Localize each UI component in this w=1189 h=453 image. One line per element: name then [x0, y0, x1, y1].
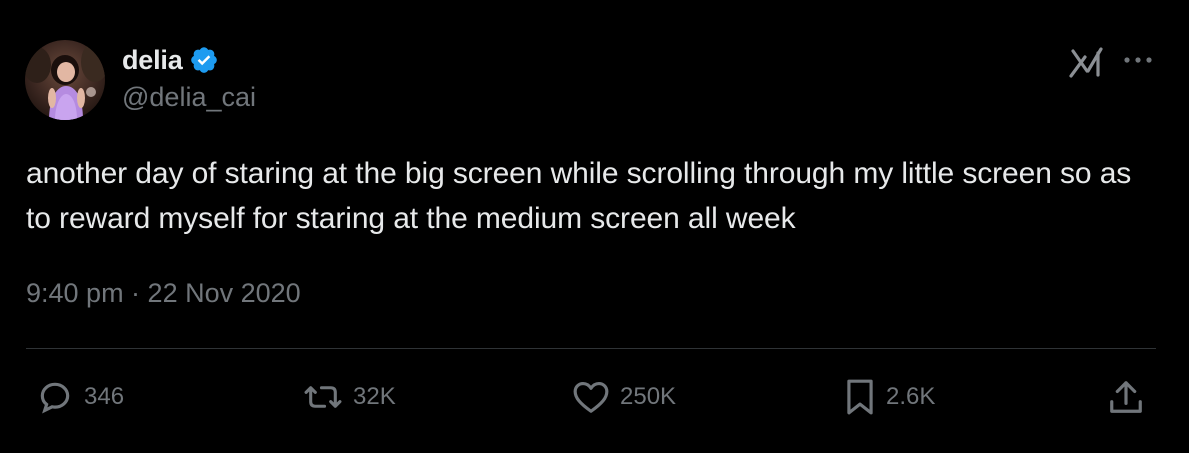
bookmark-button[interactable]: 2.6K	[844, 377, 935, 417]
user-handle[interactable]: @delia_cai	[122, 82, 256, 113]
tweet-text: another day of staring at the big screen…	[26, 157, 1132, 235]
share-icon	[1108, 378, 1144, 416]
verified-badge-icon	[189, 45, 219, 75]
reply-button[interactable]: 346	[36, 377, 124, 417]
repost-count: 32K	[353, 383, 396, 410]
avatar[interactable]	[25, 40, 105, 120]
heart-icon	[572, 379, 610, 415]
tweet-timestamp[interactable]: 9:40 pm · 22 Nov 2020	[26, 278, 301, 309]
like-count: 250K	[620, 383, 677, 410]
repost-icon	[303, 378, 343, 416]
display-name[interactable]: delia	[122, 45, 183, 76]
author-name-row[interactable]: delia	[122, 42, 219, 78]
reply-bubble-icon	[36, 378, 74, 416]
reply-count: 346	[84, 383, 125, 410]
x-logo-icon[interactable]	[1068, 45, 1106, 79]
share-button[interactable]	[1108, 377, 1144, 417]
repost-button[interactable]: 32K	[303, 377, 396, 417]
like-button[interactable]: 250K	[572, 377, 676, 417]
bookmark-count: 2.6K	[886, 383, 936, 410]
bookmark-icon	[844, 378, 876, 416]
divider	[26, 348, 1156, 349]
avatar-image	[25, 40, 105, 120]
tweet-card: delia @delia_cai another day of staring …	[0, 0, 1189, 453]
more-options-icon[interactable]	[1121, 48, 1155, 72]
